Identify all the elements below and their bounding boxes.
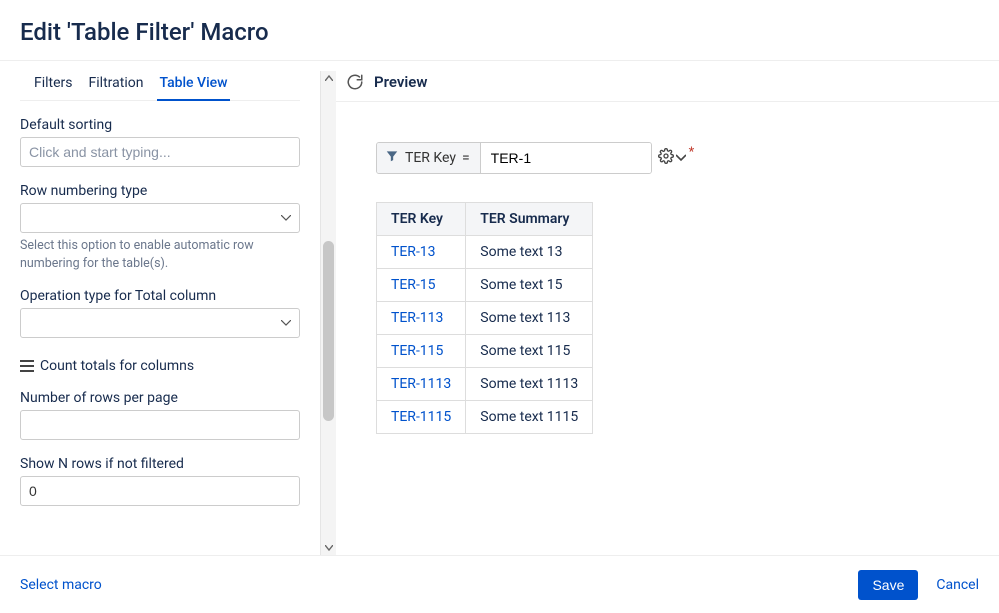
preview-body: TER Key = *: [336, 102, 999, 474]
preview-header: Preview: [336, 61, 999, 102]
input-show-n-rows[interactable]: [20, 476, 300, 506]
cell-ter-key[interactable]: TER-113: [377, 302, 466, 335]
gear-icon: [658, 148, 674, 168]
cell-ter-key[interactable]: TER-1113: [377, 368, 466, 401]
cell-ter-summary: Some text 113: [466, 302, 593, 335]
preview-pane: Preview TER Key =: [336, 61, 999, 555]
filter-field[interactable]: TER Key =: [377, 143, 481, 173]
table-row: TER-115Some text 115: [377, 335, 593, 368]
filter-field-name: TER Key: [405, 150, 456, 166]
field-show-n-rows: Show N rows if not filtered: [20, 456, 300, 506]
filter-row: TER Key = *: [376, 142, 959, 174]
label-default-sorting: Default sorting: [20, 117, 300, 133]
cell-ter-key[interactable]: TER-15: [377, 269, 466, 302]
cell-ter-summary: Some text 13: [466, 236, 593, 269]
table-row: TER-15Some text 15: [377, 269, 593, 302]
table-row: TER-1113Some text 1113: [377, 368, 593, 401]
filter-value-input[interactable]: [481, 143, 651, 173]
table-row: TER-113Some text 113: [377, 302, 593, 335]
filter-box: TER Key =: [376, 142, 652, 174]
dialog-body: Filters Filtration Table View Default so…: [0, 60, 999, 555]
tab-filters[interactable]: Filters: [32, 71, 75, 100]
preview-table: TER Key TER Summary TER-13Some text 13TE…: [376, 202, 593, 434]
col-ter-key[interactable]: TER Key: [377, 203, 466, 236]
left-scrollbar[interactable]: [320, 71, 336, 555]
scroll-up-icon[interactable]: [321, 71, 336, 85]
dialog-title: Edit 'Table Filter' Macro: [20, 18, 979, 46]
dialog-footer: Select macro Save Cancel: [0, 555, 999, 613]
col-ter-summary[interactable]: TER Summary: [466, 203, 593, 236]
footer-actions: Save Cancel: [858, 570, 979, 600]
hint-row-numbering: Select this option to enable automatic r…: [20, 237, 300, 272]
filter-settings-button[interactable]: [658, 148, 686, 168]
input-default-sorting[interactable]: [20, 137, 300, 167]
hamburger-icon: [20, 360, 34, 372]
filter-op: =: [462, 150, 470, 166]
tab-filtration[interactable]: Filtration: [87, 71, 146, 100]
settings-pane: Filters Filtration Table View Default so…: [0, 61, 320, 555]
field-operation-type: Operation type for Total column: [20, 288, 300, 338]
table-header-row: TER Key TER Summary: [377, 203, 593, 236]
field-default-sorting: Default sorting: [20, 117, 300, 167]
required-asterisk: *: [689, 145, 695, 160]
cancel-button[interactable]: Cancel: [936, 577, 979, 593]
tabs: Filters Filtration Table View: [20, 61, 300, 101]
cell-ter-summary: Some text 15: [466, 269, 593, 302]
cell-ter-summary: Some text 1115: [466, 401, 593, 434]
select-macro-link[interactable]: Select macro: [20, 577, 102, 593]
count-totals-label: Count totals for columns: [40, 358, 194, 374]
select-operation-type[interactable]: [20, 308, 300, 338]
cell-ter-key[interactable]: TER-115: [377, 335, 466, 368]
label-operation-type: Operation type for Total column: [20, 288, 300, 304]
count-totals-button[interactable]: Count totals for columns: [20, 358, 300, 374]
label-row-numbering: Row numbering type: [20, 183, 300, 199]
preview-title: Preview: [374, 73, 427, 91]
table-row: TER-13Some text 13: [377, 236, 593, 269]
field-rows-per-page: Number of rows per page: [20, 390, 300, 440]
table-row: TER-1115Some text 1115: [377, 401, 593, 434]
cell-ter-key[interactable]: TER-1115: [377, 401, 466, 434]
filter-funnel-icon: [385, 149, 399, 167]
refresh-icon[interactable]: [346, 73, 364, 91]
dialog-header: Edit 'Table Filter' Macro: [0, 0, 999, 58]
save-button[interactable]: Save: [858, 570, 918, 600]
chevron-down-icon: [676, 150, 686, 166]
scroll-thumb[interactable]: [323, 241, 334, 421]
label-show-n-rows: Show N rows if not filtered: [20, 456, 300, 472]
tab-table-view[interactable]: Table View: [157, 71, 229, 101]
label-rows-per-page: Number of rows per page: [20, 390, 300, 406]
cell-ter-summary: Some text 1113: [466, 368, 593, 401]
cell-ter-summary: Some text 115: [466, 335, 593, 368]
scroll-down-icon[interactable]: [321, 541, 336, 555]
select-row-numbering[interactable]: [20, 203, 300, 233]
cell-ter-key[interactable]: TER-13: [377, 236, 466, 269]
input-rows-per-page[interactable]: [20, 410, 300, 440]
field-row-numbering: Row numbering type Select this option to…: [20, 183, 300, 272]
